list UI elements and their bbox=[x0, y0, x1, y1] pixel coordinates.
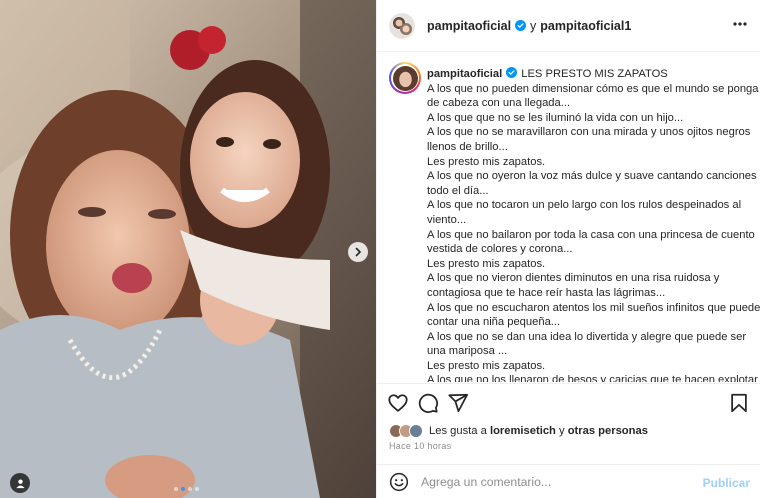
more-horizontal-icon bbox=[733, 22, 747, 26]
post-header: pampitaoficial y pampitaoficial1 bbox=[377, 0, 760, 52]
caption-line: A los que no se dan una idea lo divertid… bbox=[427, 330, 747, 343]
post-photo bbox=[0, 0, 376, 498]
caption-line: A los que no vieron dientes diminutos en… bbox=[427, 272, 720, 285]
caption-line: Les presto mis zapatos. bbox=[427, 359, 546, 372]
caption-section: pampitaoficial LES PRESTO MIS ZAPATOS A l… bbox=[377, 52, 760, 382]
smiley-icon bbox=[389, 472, 409, 491]
caption-line: A los que no oyeron la voz más dulce y s… bbox=[427, 170, 757, 183]
post-media bbox=[0, 0, 376, 498]
carousel-dot bbox=[174, 487, 178, 491]
heart-icon bbox=[388, 394, 408, 412]
likes-user[interactable]: loremisetich bbox=[490, 425, 556, 437]
caption-text: pampitaoficial LES PRESTO MIS ZAPATOS A l… bbox=[427, 67, 760, 382]
bookmark-icon bbox=[731, 393, 747, 413]
caption-line: viento... bbox=[427, 213, 467, 226]
avatar-image bbox=[389, 12, 415, 39]
caption-line: contar una niña pequeña... bbox=[427, 316, 561, 329]
caption-line: LES PRESTO MIS ZAPATOS bbox=[521, 68, 668, 80]
caption-line: A los que no escucharon atentos los mil … bbox=[427, 301, 760, 314]
header-collaborator[interactable]: pampitaoficial1 bbox=[540, 19, 631, 33]
post-dialog: pampitaoficial y pampitaoficial1 pampita… bbox=[0, 0, 760, 498]
post-side-panel: pampitaoficial y pampitaoficial1 pampita… bbox=[376, 0, 760, 498]
comment-icon bbox=[418, 393, 438, 413]
carousel-next-button[interactable] bbox=[348, 242, 368, 262]
carousel-dot-active bbox=[181, 487, 185, 491]
caption-line: A los que no se maravillaron con una mir… bbox=[427, 126, 751, 139]
header-conjunction: y bbox=[530, 18, 537, 33]
caption-line: A los que no pueden dimensionar cómo es … bbox=[427, 82, 759, 95]
more-options-button[interactable] bbox=[732, 16, 748, 32]
liker-avatars bbox=[389, 424, 425, 438]
chevron-right-icon bbox=[355, 247, 361, 257]
likes-middle: y bbox=[559, 425, 565, 437]
caption-line: vestida de colores y corona... bbox=[427, 243, 573, 256]
caption-line: una mariposa ... bbox=[427, 345, 508, 358]
post-timestamp[interactable]: Hace 10 horas bbox=[389, 441, 451, 451]
carousel-dot bbox=[195, 487, 199, 491]
caption-line: A los que que no se les iluminó la vida … bbox=[427, 111, 684, 124]
comment-button[interactable] bbox=[417, 392, 439, 414]
caption-line: Les presto mis zapatos. bbox=[427, 155, 546, 168]
paper-plane-icon bbox=[448, 393, 469, 413]
user-tag-icon bbox=[15, 478, 25, 488]
carousel-dot bbox=[188, 487, 192, 491]
header-username[interactable]: pampitaoficial bbox=[427, 19, 511, 33]
action-bar bbox=[377, 383, 760, 419]
comment-bar: Publicar bbox=[377, 464, 760, 498]
verified-badge-icon bbox=[515, 20, 527, 31]
caption-line: Les presto mis zapatos. bbox=[427, 257, 546, 270]
caption-username[interactable]: pampitaoficial bbox=[427, 68, 502, 80]
share-button[interactable] bbox=[447, 392, 469, 414]
caption-line: de cabeza con una llegada... bbox=[427, 97, 571, 110]
likes-summary: Les gusta a loremisetich y otras persona… bbox=[389, 424, 648, 438]
caption-line: todo el día... bbox=[427, 184, 489, 197]
caption-line: A los que no tocaron un pelo largo con l… bbox=[427, 199, 742, 212]
collab-avatars[interactable] bbox=[389, 12, 415, 39]
caption-avatar[interactable] bbox=[389, 62, 421, 94]
tagged-users-button[interactable] bbox=[10, 473, 30, 493]
caption-line: llenos de brillo... bbox=[427, 140, 508, 153]
likes-others[interactable]: otras personas bbox=[568, 425, 648, 437]
caption-line: contagiosa que te hace reír hasta las lá… bbox=[427, 286, 666, 299]
comment-input[interactable] bbox=[421, 474, 691, 489]
verified-badge-icon bbox=[506, 67, 518, 78]
liker-avatar bbox=[409, 424, 423, 438]
caption-first-line: pampitaoficial LES PRESTO MIS ZAPATOS bbox=[427, 67, 748, 82]
avatar-image bbox=[392, 65, 418, 91]
likes-prefix: Les gusta a bbox=[429, 425, 487, 437]
caption-line: A los que no bailaron por toda la casa c… bbox=[427, 228, 755, 241]
save-button[interactable] bbox=[728, 392, 750, 414]
emoji-button[interactable] bbox=[389, 472, 409, 492]
like-button[interactable] bbox=[387, 392, 409, 414]
publish-button[interactable]: Publicar bbox=[703, 476, 750, 490]
carousel-indicator bbox=[174, 487, 199, 491]
caption-line: A los que no los llenaron de besos y car… bbox=[427, 374, 758, 382]
